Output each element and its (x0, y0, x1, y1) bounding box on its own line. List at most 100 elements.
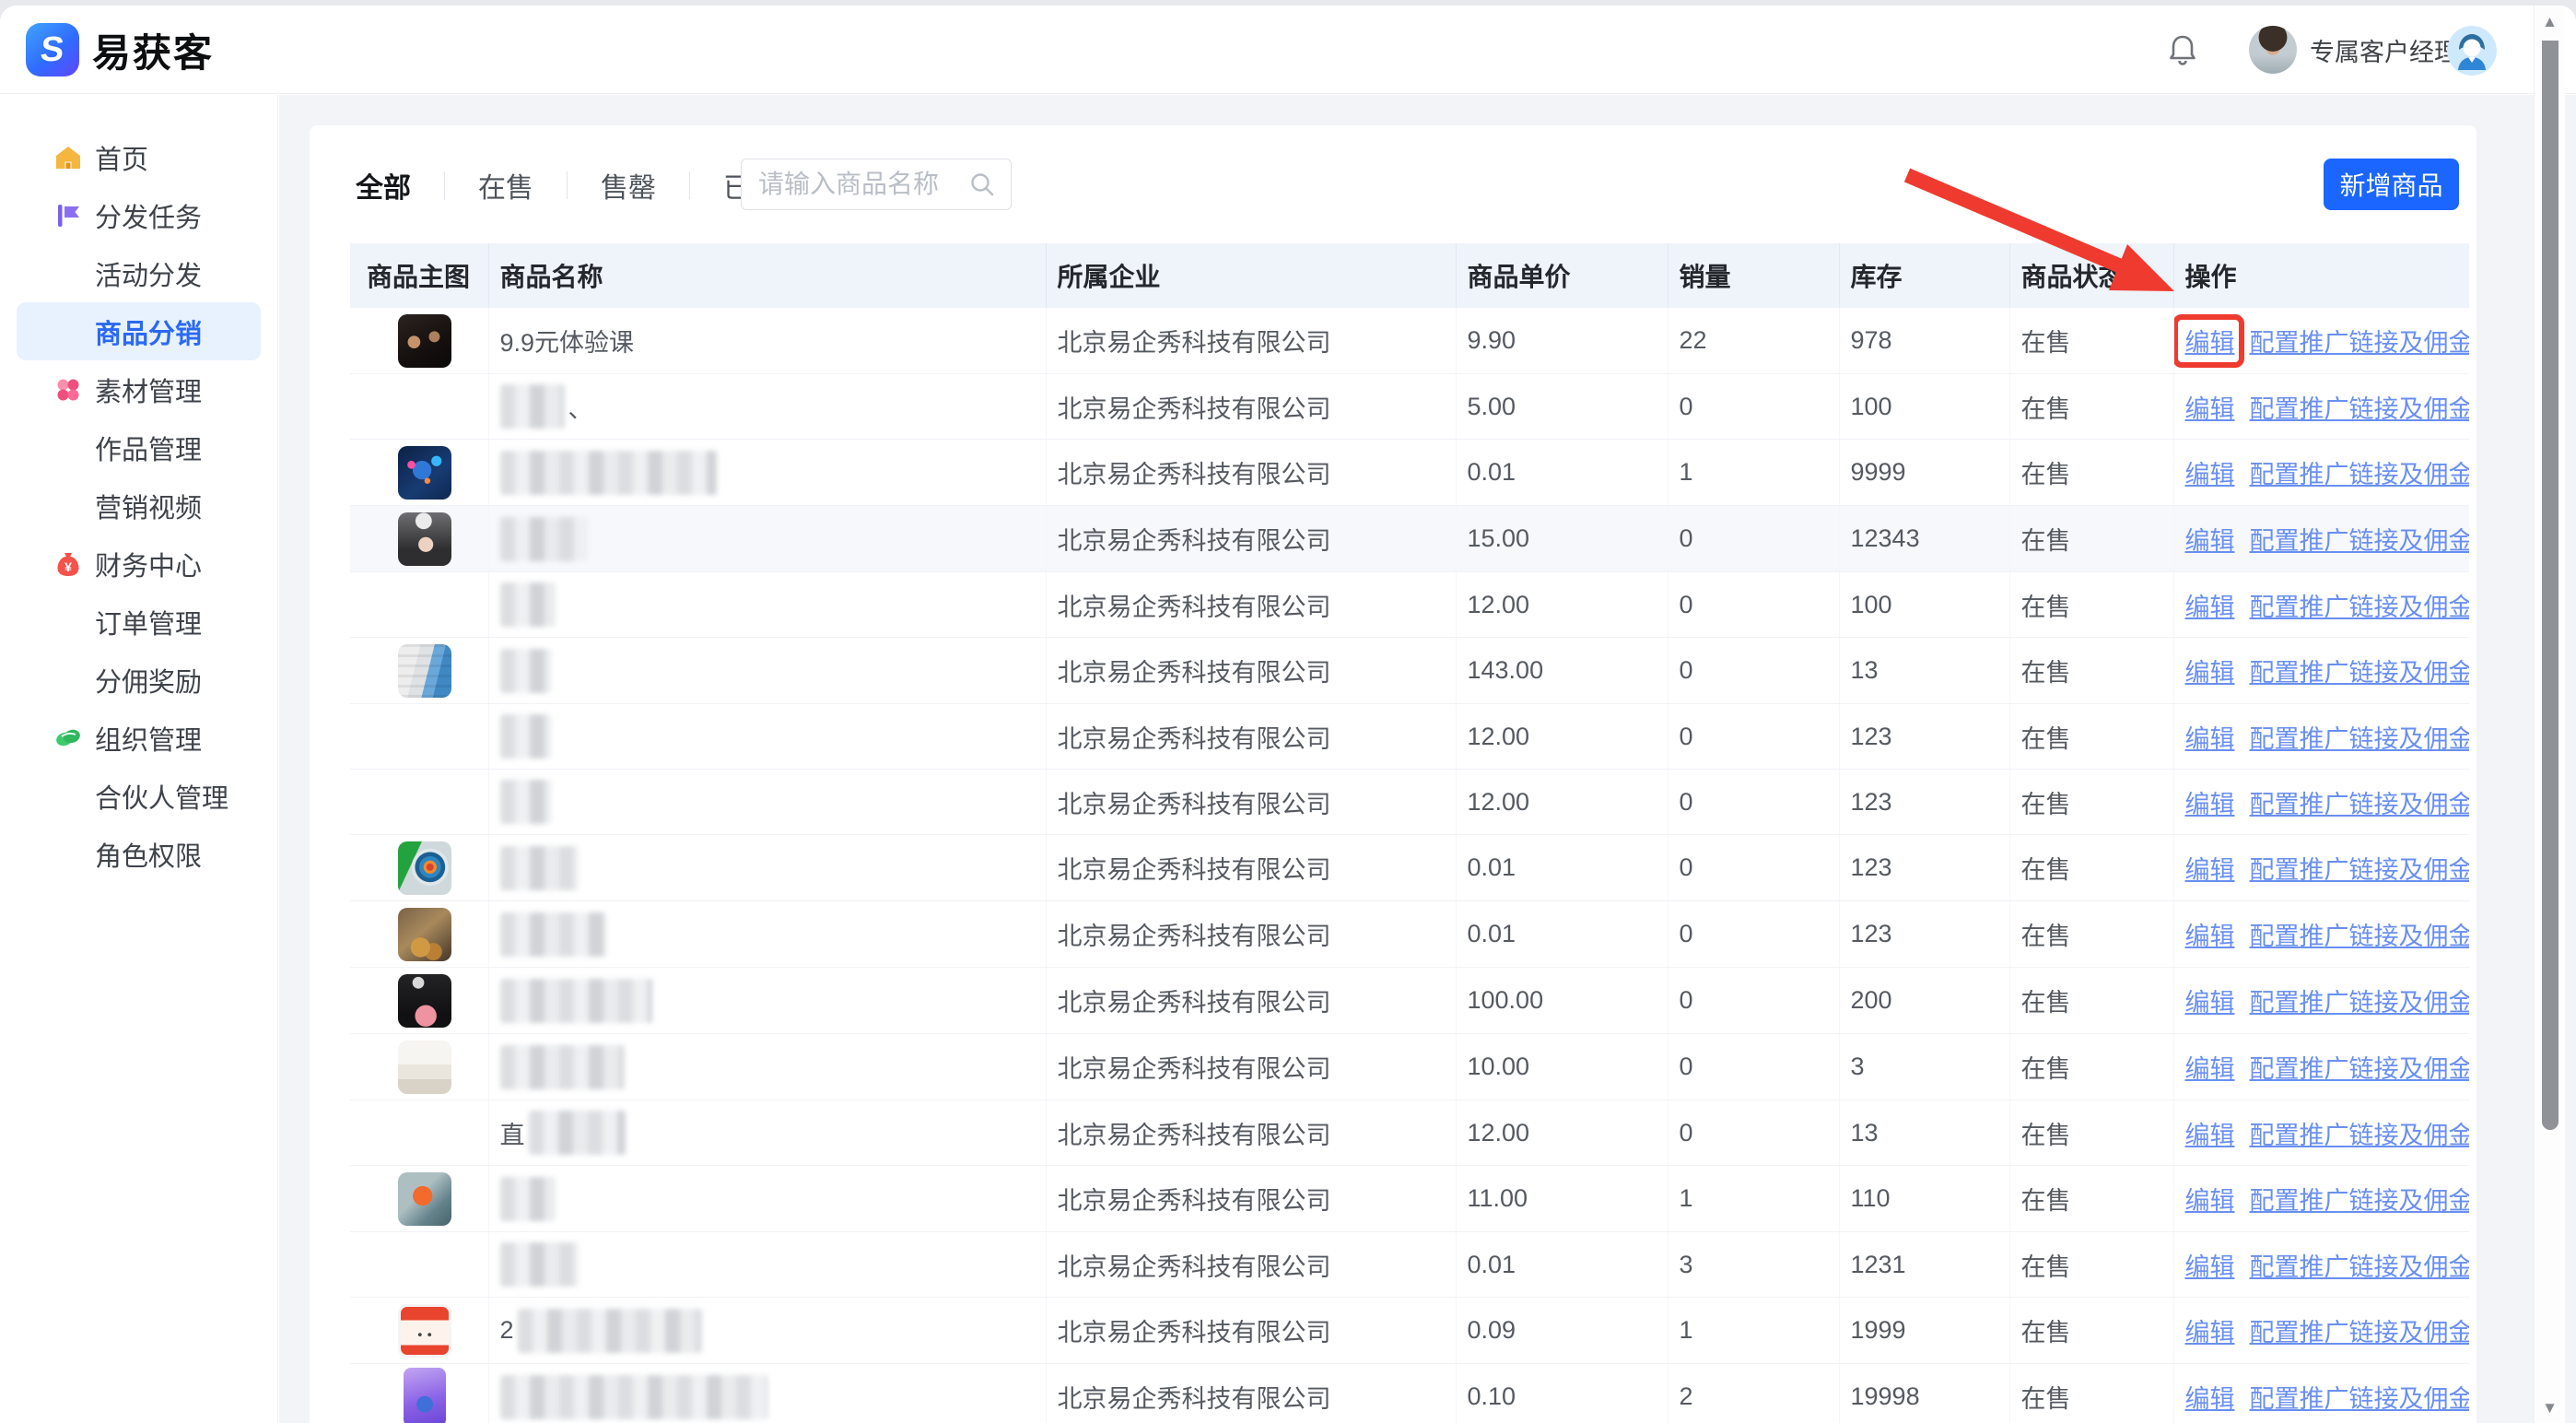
edit-link[interactable]: 编辑 (2185, 461, 2235, 488)
status-cell: 在售 (2009, 1100, 2173, 1166)
price-cell: 143.00 (1456, 638, 1668, 704)
status-cell: 在售 (2009, 308, 2173, 374)
tab-0[interactable]: 全部 (354, 165, 413, 206)
edit-link[interactable]: 编辑 (2185, 659, 2235, 687)
edit-link[interactable]: 编辑 (2185, 1187, 2235, 1215)
status-cell: 在售 (2009, 638, 2173, 704)
edit-link[interactable]: 编辑 (2185, 527, 2235, 555)
window-scrollbar: ▲ ▼ (2534, 6, 2565, 1423)
search-input[interactable] (758, 170, 968, 199)
edit-link[interactable]: 编辑 (2185, 989, 2235, 1017)
edit-link[interactable]: 编辑 (2185, 725, 2235, 753)
config-promo-link[interactable]: 配置推广链接及佣金 (2250, 1319, 2470, 1347)
sidebar-item-label: 分发任务 (95, 196, 202, 235)
money-bag-icon: ¥ (53, 549, 83, 579)
edit-link[interactable]: 编辑 (2185, 1319, 2235, 1347)
sidebar-item-4[interactable]: 素材管理 (0, 360, 277, 418)
config-promo-link[interactable]: 配置推广链接及佣金 (2250, 725, 2470, 753)
sidebar-item-10[interactable]: 组织管理 (0, 709, 277, 767)
scrollbar-up-arrow[interactable]: ▲ (2535, 13, 2565, 31)
sidebar-item-12[interactable]: 角色权限 (0, 825, 277, 883)
actions-cell: 编辑配置推广链接及佣金 (2173, 1166, 2469, 1232)
actions-cell: 编辑配置推广链接及佣金 (2173, 1298, 2469, 1364)
product-image-cell (350, 968, 488, 1034)
sidebar-item-11[interactable]: 合伙人管理 (0, 767, 277, 825)
product-name-suffix: 、 (568, 389, 593, 425)
edit-link[interactable]: 编辑 (2185, 791, 2235, 818)
edit-link[interactable]: 编辑 (2185, 1055, 2235, 1083)
edit-link[interactable]: 编辑 (2185, 1385, 2235, 1413)
blurred-product-name (500, 384, 565, 429)
edit-link[interactable]: 编辑 (2185, 923, 2235, 950)
product-image-cell (350, 1100, 488, 1166)
table-row: 2北京易企秀科技有限公司0.0911999在售编辑配置推广链接及佣金 (350, 1298, 2469, 1364)
config-promo-link[interactable]: 配置推广链接及佣金 (2250, 461, 2470, 488)
actions-cell: 编辑配置推广链接及佣金 (2173, 506, 2469, 572)
edit-link[interactable]: 编辑 (2185, 1122, 2235, 1149)
blurred-product-name (500, 780, 551, 824)
sidebar-item-3[interactable]: 商品分销 (17, 302, 261, 360)
edit-link[interactable]: 编辑 (2185, 594, 2235, 621)
user-avatar[interactable] (2447, 26, 2497, 76)
table-row: 北京易企秀科技有限公司143.00013在售编辑配置推广链接及佣金 (350, 638, 2469, 704)
status-cell: 在售 (2009, 1166, 2173, 1232)
blurred-product-name (500, 451, 717, 495)
config-promo-link[interactable]: 配置推广链接及佣金 (2250, 1187, 2470, 1215)
table-row: 北京易企秀科技有限公司12.000123在售编辑配置推广链接及佣金 (350, 704, 2469, 770)
product-name-cell: 、 (488, 374, 1046, 440)
sidebar-item-label: 营销视频 (95, 487, 202, 525)
sidebar-item-5[interactable]: 作品管理 (0, 418, 277, 476)
manager-avatar[interactable] (2249, 26, 2297, 74)
config-promo-link[interactable]: 配置推广链接及佣金 (2250, 923, 2470, 950)
blurred-product-name (500, 979, 652, 1023)
stock-cell: 123 (1839, 704, 2009, 770)
config-promo-link[interactable]: 配置推广链接及佣金 (2250, 395, 2470, 423)
sidebar-item-9[interactable]: 分佣奖励 (0, 651, 277, 709)
sidebar-item-0[interactable]: 首页 (0, 128, 277, 186)
scrollbar-down-arrow[interactable]: ▼ (2535, 1399, 2565, 1417)
config-promo-link[interactable]: 配置推广链接及佣金 (2250, 856, 2470, 884)
sales-cell: 0 (1668, 1034, 1839, 1100)
sidebar-item-8[interactable]: 订单管理 (0, 593, 277, 651)
edit-link[interactable]: 编辑 (2185, 1253, 2235, 1281)
stock-cell: 100 (1839, 572, 2009, 638)
product-name-cell (488, 835, 1046, 901)
config-promo-link[interactable]: 配置推广链接及佣金 (2250, 791, 2470, 818)
edit-link[interactable]: 编辑 (2185, 329, 2235, 357)
sidebar-item-6[interactable]: 营销视频 (0, 476, 277, 535)
config-promo-link[interactable]: 配置推广链接及佣金 (2250, 1055, 2470, 1083)
sidebar-item-1[interactable]: 分发任务 (0, 186, 277, 244)
actions-cell: 编辑配置推广链接及佣金 (2173, 308, 2469, 374)
status-cell: 在售 (2009, 770, 2173, 835)
company-cell: 北京易企秀科技有限公司 (1046, 1166, 1456, 1232)
price-cell: 5.00 (1456, 374, 1668, 440)
sidebar-item-2[interactable]: 活动分发 (0, 244, 277, 302)
config-promo-link[interactable]: 配置推广链接及佣金 (2250, 659, 2470, 687)
table-row: 北京易企秀科技有限公司15.00012343在售编辑配置推广链接及佣金 (350, 506, 2469, 572)
add-product-button[interactable]: 新增商品 (2324, 159, 2459, 210)
product-image-cell (350, 1166, 488, 1232)
price-cell: 12.00 (1456, 1100, 1668, 1166)
config-promo-link[interactable]: 配置推广链接及佣金 (2250, 329, 2470, 357)
config-promo-link[interactable]: 配置推广链接及佣金 (2250, 1253, 2470, 1281)
price-cell: 12.00 (1456, 770, 1668, 835)
config-promo-link[interactable]: 配置推广链接及佣金 (2250, 594, 2470, 621)
tab-2[interactable]: 售罄 (599, 165, 658, 206)
config-promo-link[interactable]: 配置推广链接及佣金 (2250, 989, 2470, 1017)
sidebar-item-7[interactable]: ¥财务中心 (0, 535, 277, 593)
stock-cell: 13 (1839, 1100, 2009, 1166)
scrollbar-thumb[interactable] (2542, 41, 2558, 1130)
edit-link[interactable]: 编辑 (2185, 856, 2235, 884)
config-promo-link[interactable]: 配置推广链接及佣金 (2250, 1122, 2470, 1149)
config-promo-link[interactable]: 配置推广链接及佣金 (2250, 527, 2470, 555)
actions-cell: 编辑配置推广链接及佣金 (2173, 968, 2469, 1034)
tab-1[interactable]: 在售 (476, 165, 535, 206)
config-promo-link[interactable]: 配置推广链接及佣金 (2250, 1385, 2470, 1413)
actions-cell: 编辑配置推广链接及佣金 (2173, 638, 2469, 704)
price-cell: 12.00 (1456, 704, 1668, 770)
table-row: 、北京易企秀科技有限公司5.000100在售编辑配置推广链接及佣金 (350, 374, 2469, 440)
product-image-cell (350, 506, 488, 572)
column-header-6: 商品状态 (2009, 243, 2173, 308)
notification-bell-icon[interactable] (2165, 32, 2200, 67)
edit-link[interactable]: 编辑 (2185, 395, 2235, 423)
